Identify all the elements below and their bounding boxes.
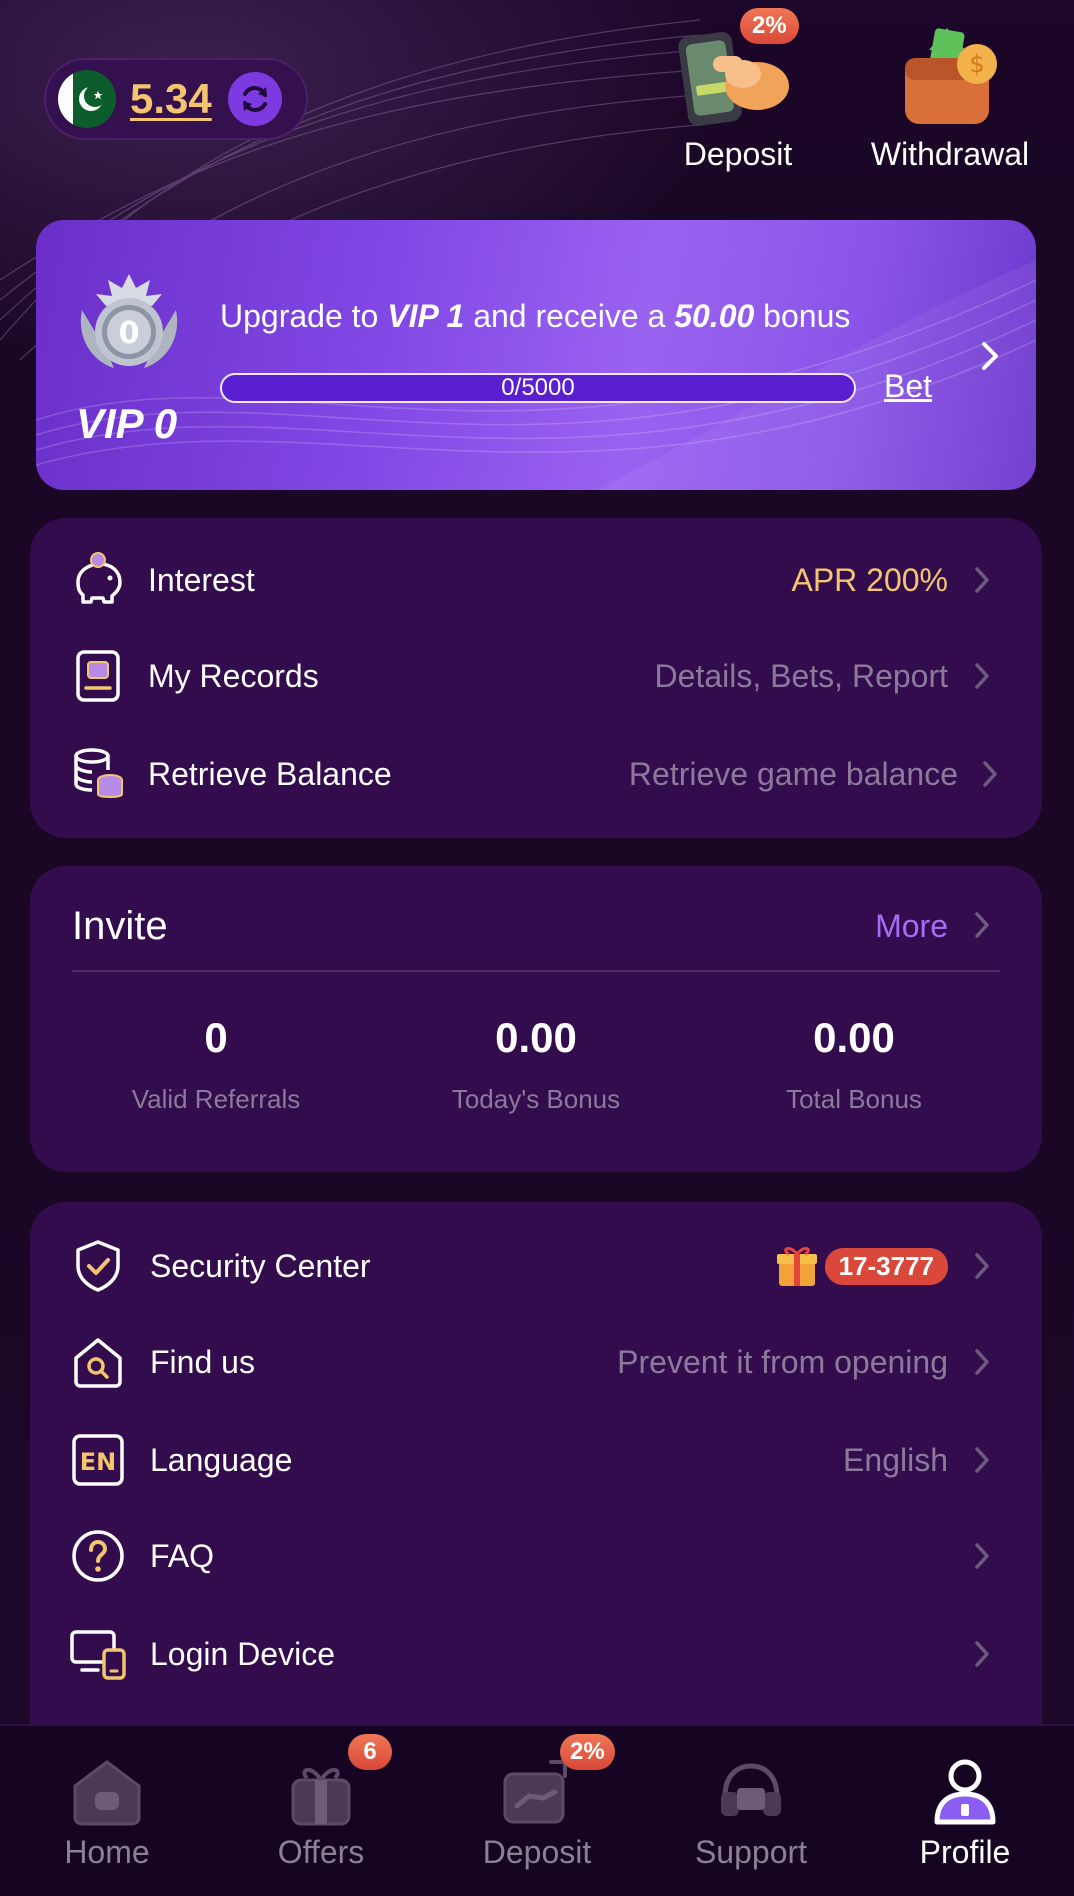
nav-label: Support bbox=[694, 1834, 808, 1870]
svg-text:$: $ bbox=[969, 50, 984, 78]
chevron-right-icon[interactable] bbox=[972, 910, 992, 940]
nav-label: Home bbox=[64, 1834, 150, 1870]
records-icon bbox=[68, 646, 128, 706]
chevron-right-icon[interactable] bbox=[976, 338, 1004, 374]
menu-row-security-center[interactable]: Security Center 17-3777 bbox=[30, 1226, 1042, 1306]
balance-pill[interactable]: 5.34 bbox=[44, 58, 308, 140]
vip-progress-bar: 0/5000 bbox=[220, 373, 856, 403]
home-search-icon bbox=[68, 1332, 128, 1392]
bottom-nav: Home Offers 6 Deposit 2% Support Profile bbox=[0, 1724, 1074, 1896]
stat-caption: Total Bonus bbox=[786, 1084, 922, 1114]
invite-card: Invite More 0 Valid Referrals 0.00 Today… bbox=[30, 866, 1042, 1172]
chevron-right-icon bbox=[975, 1641, 989, 1667]
balance-amount[interactable]: 5.34 bbox=[130, 75, 212, 123]
vip-card[interactable]: 0 VIP 0 Upgrade to VIP 1 and receive a 5… bbox=[36, 220, 1036, 490]
menu-row-language-value: English bbox=[843, 1441, 948, 1478]
deposit-label: Deposit bbox=[683, 136, 793, 172]
stat-value: 0.00 bbox=[495, 1014, 577, 1061]
nav-item-profile[interactable]: Profile bbox=[858, 1726, 1072, 1896]
menu-row-find-us-label: Find us bbox=[150, 1343, 255, 1380]
security-promo-code: 17-3777 bbox=[824, 1247, 948, 1285]
vip-upgrade-text: Upgrade to VIP 1 and receive a 50.00 bon… bbox=[220, 298, 851, 334]
menu-row-retrieve-balance[interactable]: Retrieve Balance Retrieve game balance bbox=[30, 734, 1042, 814]
withdrawal-label: Withdrawal bbox=[870, 136, 1030, 172]
piggy-bank-icon bbox=[68, 550, 128, 610]
chevron-right-icon bbox=[975, 1349, 989, 1375]
stat-value: 0.00 bbox=[813, 1014, 895, 1061]
stat-caption: Today's Bonus bbox=[451, 1084, 621, 1114]
refresh-icon bbox=[242, 86, 267, 112]
divider bbox=[72, 970, 1000, 972]
menu-row-faq[interactable]: FAQ bbox=[30, 1516, 1042, 1596]
nav-item-home[interactable]: Home bbox=[0, 1726, 214, 1896]
nav-deposit-badge: 2% bbox=[560, 1734, 615, 1770]
vip-level-label: VIP 0 bbox=[76, 400, 178, 447]
stat-value: 0 bbox=[204, 1014, 228, 1061]
nav-item-deposit[interactable]: Deposit 2% bbox=[430, 1726, 644, 1896]
nav-offers-badge: 6 bbox=[348, 1734, 392, 1770]
nav-item-offers[interactable]: Offers 6 bbox=[214, 1726, 428, 1896]
chevron-right-icon bbox=[975, 1543, 989, 1569]
menu-row-interest-label: Interest bbox=[148, 561, 255, 598]
chevron-right-icon bbox=[975, 663, 989, 689]
menu-row-my-records[interactable]: My Records Details, Bets, Report bbox=[30, 636, 1042, 716]
deposit-bonus-badge: 2% bbox=[740, 8, 799, 44]
gift-icon bbox=[776, 1247, 817, 1286]
menu-row-retrieve-balance-value: Retrieve game balance bbox=[628, 755, 958, 792]
invite-title: Invite bbox=[72, 904, 168, 948]
stat-total-bonus: 0.00 Total Bonus bbox=[694, 1014, 1014, 1115]
deposit-icon bbox=[503, 1760, 567, 1824]
home-icon bbox=[73, 1760, 141, 1826]
menu-row-find-us[interactable]: Find us Prevent it from opening bbox=[30, 1322, 1042, 1402]
devices-icon bbox=[68, 1624, 128, 1684]
question-icon bbox=[68, 1526, 128, 1586]
menu-row-security-center-label: Security Center bbox=[150, 1247, 371, 1284]
vip-medal-number: 0 bbox=[119, 316, 140, 351]
stat-caption: Valid Referrals bbox=[131, 1084, 301, 1114]
header-withdrawal-button[interactable]: $ Withdrawal bbox=[858, 28, 1042, 173]
account-menu-card: Interest APR 200% My Records Details, Be… bbox=[30, 518, 1042, 838]
invite-more-link[interactable]: More bbox=[875, 908, 948, 945]
menu-row-faq-label: FAQ bbox=[150, 1537, 215, 1574]
nav-label: Offers bbox=[277, 1834, 365, 1870]
nav-label: Profile bbox=[919, 1834, 1011, 1870]
shield-check-icon bbox=[68, 1236, 128, 1296]
chevron-right-icon bbox=[975, 1253, 989, 1279]
svg-text:EN: EN bbox=[80, 1448, 116, 1476]
vip-wave-decoration bbox=[36, 260, 1036, 490]
stat-valid-referrals: 0 Valid Referrals bbox=[56, 1014, 376, 1115]
menu-row-retrieve-balance-label: Retrieve Balance bbox=[148, 755, 392, 792]
chevron-right-icon bbox=[975, 1447, 989, 1473]
menu-row-my-records-value: Details, Bets, Report bbox=[654, 657, 948, 694]
menu-row-find-us-value: Prevent it from opening bbox=[617, 1343, 948, 1380]
chevron-right-icon bbox=[975, 567, 989, 593]
vip-bet-link[interactable]: Bet bbox=[884, 368, 932, 405]
wallet-icon: $ bbox=[905, 28, 997, 124]
nav-label: Deposit bbox=[482, 1834, 592, 1870]
refresh-balance-button[interactable] bbox=[227, 72, 282, 126]
menu-row-interest-value: APR 200% bbox=[791, 561, 948, 598]
pakistan-flag-icon bbox=[58, 70, 116, 128]
stat-todays-bonus: 0.00 Today's Bonus bbox=[376, 1014, 696, 1115]
vip-progress-text: 0/5000 bbox=[501, 374, 575, 401]
settings-menu-card: Security Center 17-3777 Find us Prevent … bbox=[30, 1202, 1042, 1762]
menu-row-login-device[interactable]: Login Device bbox=[30, 1614, 1042, 1694]
menu-row-my-records-label: My Records bbox=[148, 657, 319, 694]
language-en-icon: EN bbox=[68, 1430, 128, 1490]
menu-row-login-device-label: Login Device bbox=[150, 1635, 335, 1672]
profile-icon bbox=[934, 1759, 996, 1825]
menu-row-language-label: Language bbox=[150, 1441, 293, 1478]
support-icon bbox=[721, 1763, 781, 1816]
vip-medal-icon: 0 bbox=[80, 274, 178, 368]
header-deposit-button[interactable]: Deposit 2% bbox=[670, 8, 806, 173]
chevron-right-icon bbox=[983, 761, 997, 787]
coin-stack-icon bbox=[68, 744, 128, 804]
menu-row-interest[interactable]: Interest APR 200% bbox=[30, 540, 1042, 620]
security-promo: 17-3777 bbox=[775, 1244, 948, 1288]
nav-item-support[interactable]: Support bbox=[644, 1726, 858, 1896]
gift-icon bbox=[291, 1768, 351, 1826]
menu-row-language[interactable]: EN Language English bbox=[30, 1420, 1042, 1500]
